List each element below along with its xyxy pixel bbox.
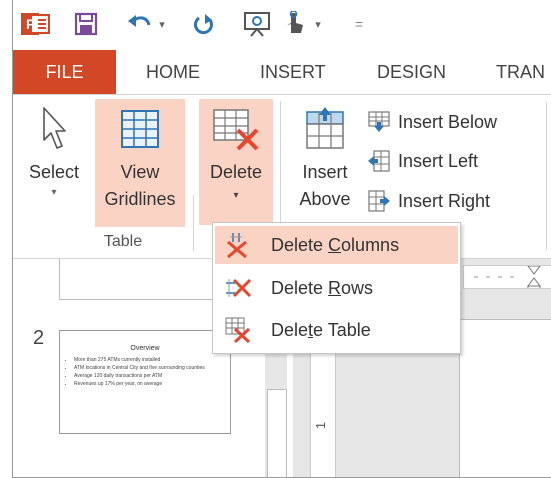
slide-thumbnail-2[interactable]: Overview More than 275 ATMs currently in… [59, 330, 231, 434]
thumbnail-title: Overview [130, 345, 160, 352]
customize-arrow-icon[interactable]: ▾ [155, 10, 169, 38]
insert-right-icon [368, 190, 390, 212]
tab-insert[interactable]: INSERT [260, 50, 326, 94]
thumbnail-bullet: Revenues up 17% per year, on average [74, 380, 230, 388]
delete-columns-icon [227, 233, 247, 258]
slide-number: 2 [33, 327, 45, 349]
overflow-icon[interactable]: = [351, 10, 367, 38]
delete-columns-label: Delete Columns [271, 234, 400, 255]
quick-access-toolbar: P ▾ ▾ = [13, 0, 551, 50]
delete-table-icon [199, 99, 273, 159]
insert-below-button[interactable]: Insert Below [368, 107, 497, 137]
ruler-indent-marker-icon[interactable] [464, 265, 551, 295]
delete-table-item[interactable]: Delete Table [215, 311, 458, 349]
insert-left-label: Insert Left [398, 150, 479, 171]
cursor-arrow-icon [15, 99, 93, 159]
view-gridlines-button[interactable]: View Gridlines [95, 99, 185, 227]
powerpoint-logo-icon: P [19, 10, 53, 38]
view-gridlines-label-1: View [120, 162, 160, 182]
ruler-number: 1 [313, 421, 329, 430]
insert-right-label: Insert Right [398, 190, 491, 211]
ribbon-tabs: FILE HOME INSERT DESIGN TRAN [13, 50, 551, 95]
delete-dropdown-arrow-icon: ▾ [233, 190, 239, 201]
horizontal-ruler [463, 265, 551, 295]
group-separator [546, 101, 547, 251]
tab-home[interactable]: HOME [146, 50, 200, 94]
svg-text:P: P [26, 16, 35, 32]
touch-mode-icon[interactable] [281, 10, 309, 38]
insert-above-label-1: Insert [302, 162, 348, 182]
powerpoint-window: P ▾ ▾ = FILE HOME INSERT DESIGN TRAN Sel… [12, 0, 551, 478]
delete-rows-item[interactable]: Delete Rows [215, 269, 458, 307]
view-gridlines-label-2: Gridlines [104, 189, 176, 209]
insert-left-icon [368, 150, 390, 172]
delete-label: Delete [209, 162, 263, 182]
delete-button[interactable]: Delete ▾ [199, 99, 273, 225]
select-dropdown-arrow-icon: ▾ [51, 187, 57, 198]
thumbnail-bullet: ATM locations in Central City and five s… [74, 364, 230, 372]
delete-table-small-icon [225, 317, 251, 343]
select-label: Select [28, 162, 80, 182]
slide-thumbnail-1[interactable] [59, 259, 231, 300]
delete-columns-item[interactable]: Delete Columns [215, 226, 458, 264]
insert-left-button[interactable]: Insert Left [368, 146, 478, 176]
insert-above-button[interactable]: Insert Above [289, 99, 361, 227]
insert-right-button[interactable]: Insert Right [368, 186, 490, 216]
insert-below-icon [368, 111, 390, 132]
delete-table-label: Delete Table [271, 319, 371, 340]
table-group-label: Table [103, 233, 143, 250]
redo-icon[interactable] [189, 10, 219, 38]
slide-canvas[interactable] [459, 319, 551, 477]
delete-rows-label: Delete Rows [271, 277, 374, 298]
select-button[interactable]: Select ▾ [15, 99, 93, 227]
undo-icon[interactable] [125, 10, 155, 38]
delete-dropdown-menu: Delete Columns Delete Rows Delete Table [212, 222, 461, 354]
gridlines-icon [95, 99, 185, 159]
tab-transitions[interactable]: TRAN [496, 50, 545, 94]
thumbnail-bullets: More than 275 ATMs currently installed A… [74, 356, 230, 388]
customize-arrow-icon[interactable]: ▾ [311, 10, 325, 38]
insert-above-icon [289, 99, 361, 159]
tab-design[interactable]: DESIGN [377, 50, 446, 94]
insert-below-label: Insert Below [398, 111, 498, 132]
tab-file[interactable]: FILE [13, 50, 116, 94]
insert-above-label-2: Above [299, 189, 351, 209]
save-icon[interactable] [71, 10, 101, 38]
thumbnail-bullet: Average 120 daily transactions per ATM [74, 372, 230, 380]
delete-rows-icon [226, 278, 251, 298]
slideshow-icon[interactable] [241, 10, 273, 38]
thumbnail-bullet: More than 275 ATMs currently installed [74, 356, 230, 364]
group-separator [193, 195, 194, 251]
scrollbar-thumb[interactable] [267, 389, 287, 477]
